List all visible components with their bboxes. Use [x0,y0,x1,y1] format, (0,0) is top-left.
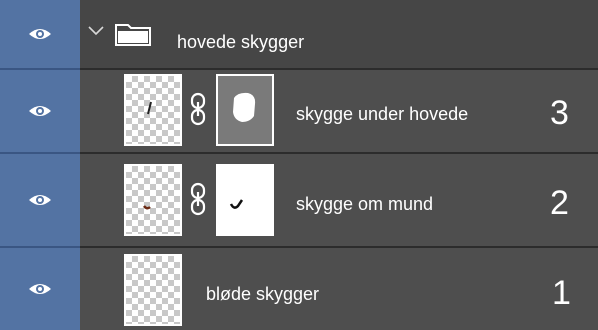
eye-icon [29,106,51,116]
mask-shape [229,199,244,209]
layer-number: 1 [552,274,571,312]
eye-icon [29,29,51,39]
layer-number: 3 [550,94,569,132]
layer-thumbnail[interactable] [124,74,182,146]
chevron-down-icon[interactable] [88,26,104,36]
mask-thumbnail[interactable] [216,74,274,146]
chain-link-icon[interactable] [190,92,206,126]
mask-shape [233,92,256,122]
chain-link-icon[interactable] [190,182,206,216]
eye-icon [29,195,51,205]
layer-row[interactable]: skygge om mund 2 [0,154,598,246]
eye-icon [29,284,51,294]
layers-panel: hovede skygger skygge under hovede 3 sky… [0,0,598,330]
visibility-toggle[interactable] [0,0,80,68]
layer-name: skygge om mund [296,194,434,214]
mask-thumbnail[interactable] [216,164,274,236]
layer-row[interactable]: skygge under hovede 3 [0,70,598,152]
visibility-toggle[interactable] [0,70,80,152]
visibility-toggle[interactable] [0,154,80,246]
layer-content [147,101,152,115]
layer-thumbnail[interactable] [124,164,182,236]
layer-number: 2 [550,184,569,222]
visibility-toggle[interactable] [0,248,80,330]
layer-name: bløde skygger [206,284,320,304]
layer-group-row[interactable]: hovede skygger [0,0,598,68]
layer-row[interactable]: bløde skygger 1 [0,248,598,330]
folder-icon [115,24,151,46]
layer-name: skygge under hovede [296,104,469,124]
layer-content [143,205,151,210]
layer-thumbnail[interactable] [124,254,182,326]
group-name: hovede skygger [177,32,305,52]
